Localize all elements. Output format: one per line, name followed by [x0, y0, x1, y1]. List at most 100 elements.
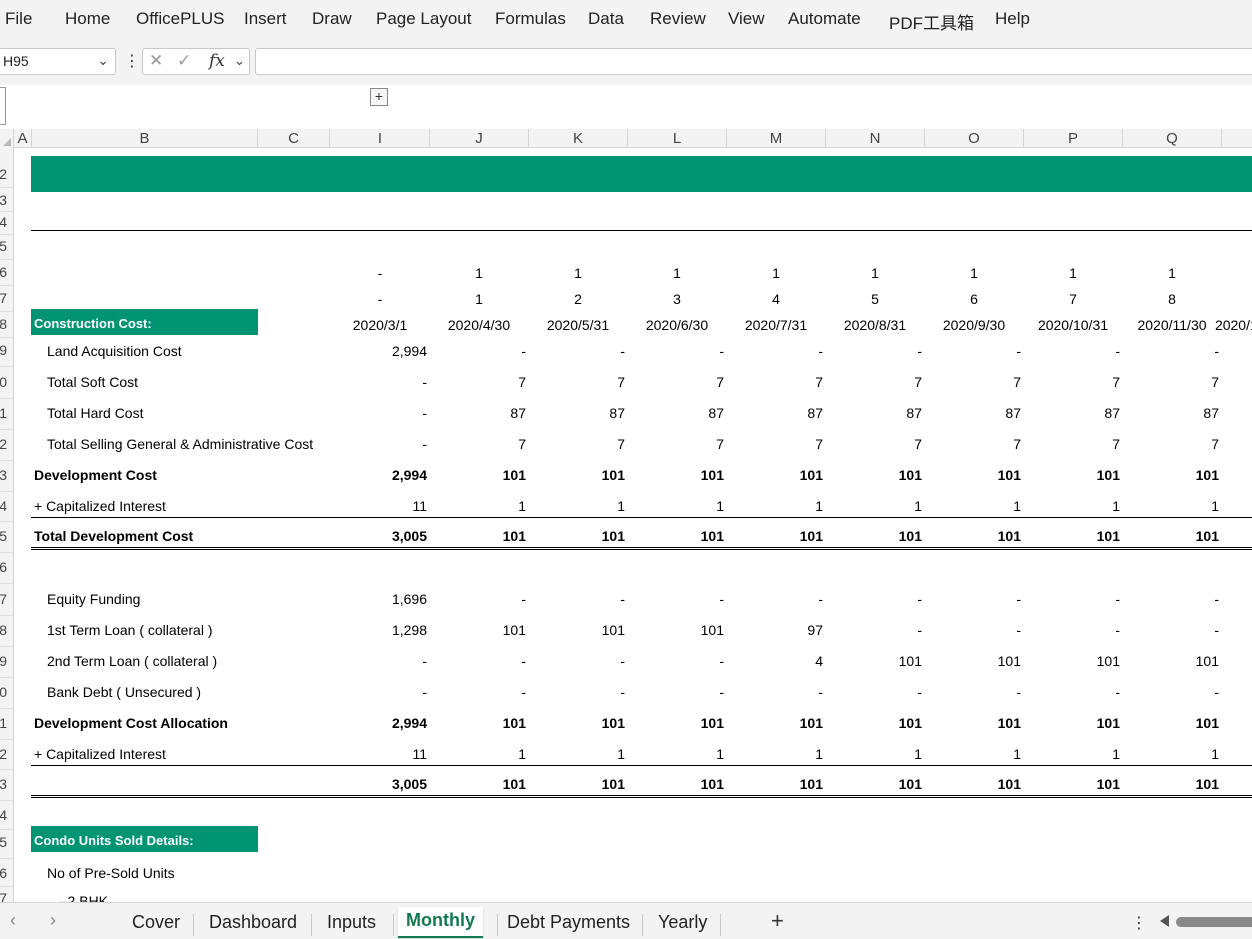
- column-header-i[interactable]: I: [331, 129, 430, 148]
- cell-value[interactable]: -: [818, 684, 823, 700]
- cell-value[interactable]: -: [1115, 343, 1120, 359]
- add-sheet-button[interactable]: +: [771, 908, 784, 934]
- row-header[interactable]: 16: [0, 559, 7, 575]
- row-header[interactable]: 15: [0, 528, 7, 544]
- period-cell[interactable]: -: [335, 291, 425, 307]
- cell-value[interactable]: 7: [1112, 436, 1120, 452]
- cell-value[interactable]: 101: [503, 776, 526, 792]
- cell-value[interactable]: 101: [701, 776, 724, 792]
- name-box[interactable]: H95 ⌄: [0, 48, 116, 75]
- cell-value[interactable]: 1: [1112, 498, 1120, 514]
- row-label[interactable]: Development Cost: [34, 467, 157, 483]
- period-cell[interactable]: 2020/3/1: [335, 317, 425, 333]
- cell-value[interactable]: -: [1115, 622, 1120, 638]
- period-cell[interactable]: 1: [1028, 265, 1118, 281]
- row-header[interactable]: 19: [0, 653, 7, 669]
- cell-value[interactable]: -: [818, 591, 823, 607]
- cell-value[interactable]: -: [818, 343, 823, 359]
- cell-value[interactable]: -: [917, 343, 922, 359]
- cell-value[interactable]: -: [1016, 343, 1021, 359]
- tab-monthly[interactable]: Monthly: [398, 907, 483, 938]
- period-cell[interactable]: 6: [929, 291, 1019, 307]
- tab-cover[interactable]: Cover: [132, 912, 180, 933]
- period-cell[interactable]: 2020/10/31: [1028, 317, 1118, 333]
- row-label[interactable]: Total Selling General & Administrative C…: [47, 436, 313, 452]
- cell-value[interactable]: 101: [701, 715, 724, 731]
- menu-item-review[interactable]: Review: [650, 9, 706, 29]
- period-cell[interactable]: 1: [929, 265, 1019, 281]
- cell-value[interactable]: 1: [1211, 498, 1219, 514]
- cell-value[interactable]: 101: [998, 715, 1021, 731]
- row-header[interactable]: 11: [0, 405, 7, 421]
- cell-value[interactable]: 101: [998, 653, 1021, 669]
- cell-value[interactable]: -: [620, 653, 625, 669]
- tab-inputs[interactable]: Inputs: [327, 912, 376, 933]
- cell-value[interactable]: 7: [716, 374, 724, 390]
- menu-item-data[interactable]: Data: [588, 9, 624, 29]
- menu-item-officeplus[interactable]: OfficePLUS: [136, 9, 225, 29]
- cell-value[interactable]: 101: [602, 715, 625, 731]
- cell-value[interactable]: 101: [503, 715, 526, 731]
- cell-value[interactable]: 7: [1013, 436, 1021, 452]
- period-cell[interactable]: 2020/8/31: [830, 317, 920, 333]
- cell-value[interactable]: -: [422, 436, 427, 452]
- row-header[interactable]: 25: [0, 834, 7, 850]
- cell-value[interactable]: 101: [602, 776, 625, 792]
- cell-value[interactable]: -: [620, 343, 625, 359]
- cell-value[interactable]: -: [1214, 684, 1219, 700]
- row-header[interactable]: 8: [0, 316, 7, 332]
- menu-item-file[interactable]: File: [5, 9, 32, 29]
- cell-value[interactable]: 11: [412, 498, 427, 514]
- row-label[interactable]: Development Cost Allocation: [34, 715, 228, 731]
- period-cell[interactable]: 2020/5/31: [533, 317, 623, 333]
- cell-value[interactable]: 101: [1097, 528, 1120, 544]
- cell-value[interactable]: -: [620, 684, 625, 700]
- column-header-c[interactable]: C: [258, 129, 330, 148]
- row-label[interactable]: Total Development Cost: [34, 528, 193, 544]
- row-header[interactable]: 5: [0, 238, 7, 254]
- row-label[interactable]: - 2 BHK: [59, 893, 108, 902]
- cell-value[interactable]: 87: [1203, 405, 1219, 421]
- cell-value[interactable]: 2,994: [392, 343, 427, 359]
- period-cell[interactable]: 2: [533, 291, 623, 307]
- cell-value[interactable]: 1: [815, 498, 823, 514]
- cell-value[interactable]: 1: [1112, 746, 1120, 762]
- cell-value[interactable]: -: [521, 653, 526, 669]
- column-header-b[interactable]: B: [32, 129, 258, 148]
- cell-value[interactable]: -: [521, 591, 526, 607]
- cell-value[interactable]: 101: [701, 528, 724, 544]
- cell-value[interactable]: 87: [609, 405, 625, 421]
- period-cell[interactable]: 1: [434, 291, 524, 307]
- chevron-down-icon[interactable]: ⌄: [97, 52, 109, 69]
- column-header-q[interactable]: Q: [1123, 129, 1222, 148]
- cell-value[interactable]: -: [1115, 684, 1120, 700]
- cell-value[interactable]: 7: [518, 436, 526, 452]
- chevron-left-icon[interactable]: ‹: [10, 910, 16, 931]
- cell-value[interactable]: 101: [1196, 776, 1219, 792]
- row-header[interactable]: 24: [0, 807, 7, 823]
- cell-value[interactable]: 101: [1097, 653, 1120, 669]
- horizontal-scrollbar[interactable]: [1176, 917, 1252, 927]
- cell-value[interactable]: 87: [906, 405, 922, 421]
- period-cell[interactable]: -: [335, 265, 425, 281]
- cell-value[interactable]: 7: [815, 374, 823, 390]
- cell-value[interactable]: 101: [800, 776, 823, 792]
- cell-value[interactable]: -: [422, 374, 427, 390]
- cell-value[interactable]: -: [1016, 591, 1021, 607]
- period-cell[interactable]: 2020/9/30: [929, 317, 1019, 333]
- period-cell[interactable]: 5: [830, 291, 920, 307]
- worksheet-grid[interactable]: -1 1 1 1 1 1 1 1-1 2 3 4 5 6 7 8 2020/3/1 2020/4/30 2020/…: [15, 148, 1252, 902]
- period-cell[interactable]: 1: [632, 265, 722, 281]
- row-label[interactable]: Bank Debt ( Unsecured ): [47, 684, 201, 700]
- cell-value[interactable]: -: [521, 343, 526, 359]
- cell-value[interactable]: -: [1115, 591, 1120, 607]
- cell-value[interactable]: 1: [716, 498, 724, 514]
- confirm-icon[interactable]: ✓: [177, 51, 191, 71]
- cell-value[interactable]: 101: [998, 776, 1021, 792]
- cell-value[interactable]: 4: [815, 653, 823, 669]
- row-header[interactable]: 27: [0, 890, 7, 902]
- cell-value[interactable]: 7: [1211, 374, 1219, 390]
- row-header[interactable]: 17: [0, 591, 7, 607]
- row-header[interactable]: 23: [0, 776, 7, 792]
- cell-value[interactable]: 1: [617, 498, 625, 514]
